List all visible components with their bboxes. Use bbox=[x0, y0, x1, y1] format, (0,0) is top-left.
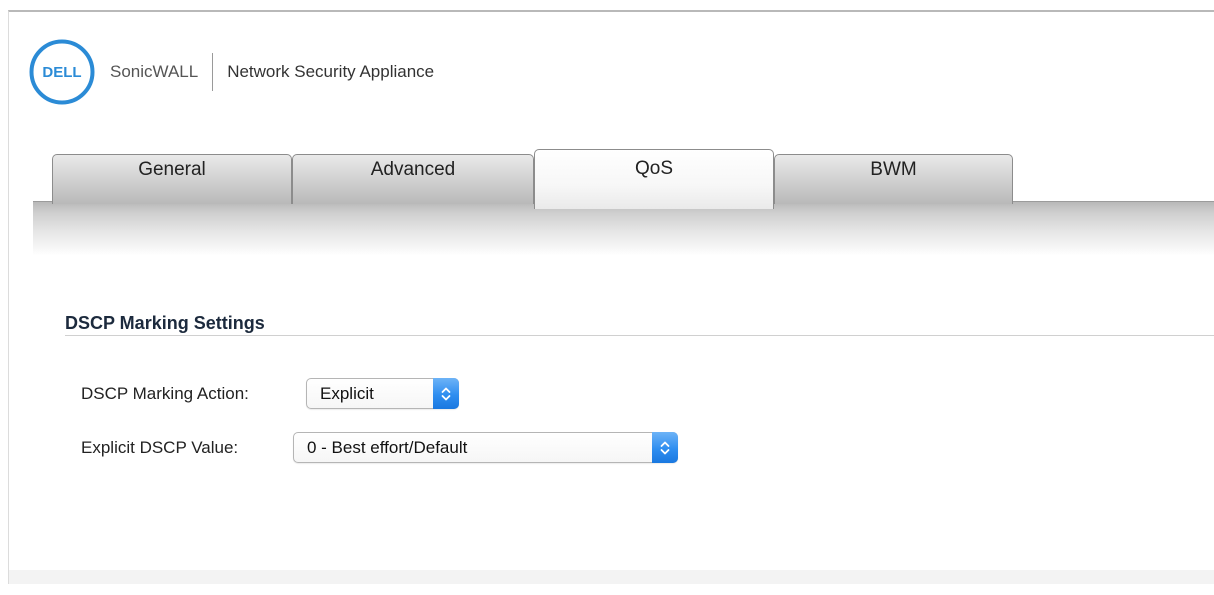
tab-bwm[interactable]: BWM bbox=[774, 154, 1013, 204]
header: DELL SonicWALL Network Security Applianc… bbox=[28, 38, 434, 106]
chevron-up-down-icon[interactable] bbox=[652, 432, 678, 463]
svg-text:DELL: DELL bbox=[42, 64, 81, 81]
section-title: DSCP Marking Settings bbox=[65, 313, 265, 333]
tab-advanced[interactable]: Advanced bbox=[292, 154, 534, 204]
dell-logo-icon: DELL bbox=[29, 39, 95, 105]
chevron-up-down-icon[interactable] bbox=[433, 378, 459, 409]
header-divider bbox=[212, 53, 214, 91]
tab-general[interactable]: General bbox=[52, 154, 292, 204]
explicit-value-text: 0 - Best effort/Default bbox=[307, 437, 468, 457]
tab-strip bbox=[33, 201, 1214, 256]
product-name: Network Security Appliance bbox=[227, 62, 435, 81]
marking-action-select[interactable]: Explicit bbox=[306, 378, 459, 409]
explicit-value-select[interactable]: 0 - Best effort/Default bbox=[293, 432, 678, 463]
explicit-value-row: Explicit DSCP Value: 0 - Best effort/Def… bbox=[81, 432, 678, 463]
tab-bar: General Advanced QoS BWM bbox=[52, 149, 1032, 209]
marking-action-label: DSCP Marking Action: bbox=[81, 383, 249, 403]
marking-action-row: DSCP Marking Action: Explicit bbox=[81, 378, 459, 409]
section-divider bbox=[65, 335, 1214, 336]
explicit-value-label: Explicit DSCP Value: bbox=[81, 437, 239, 457]
window-footer bbox=[9, 570, 1214, 584]
window: DELL SonicWALL Network Security Applianc… bbox=[8, 10, 1214, 584]
tab-qos[interactable]: QoS bbox=[534, 149, 774, 209]
brand-name: SonicWALL bbox=[110, 62, 199, 81]
marking-action-value: Explicit bbox=[320, 383, 374, 403]
